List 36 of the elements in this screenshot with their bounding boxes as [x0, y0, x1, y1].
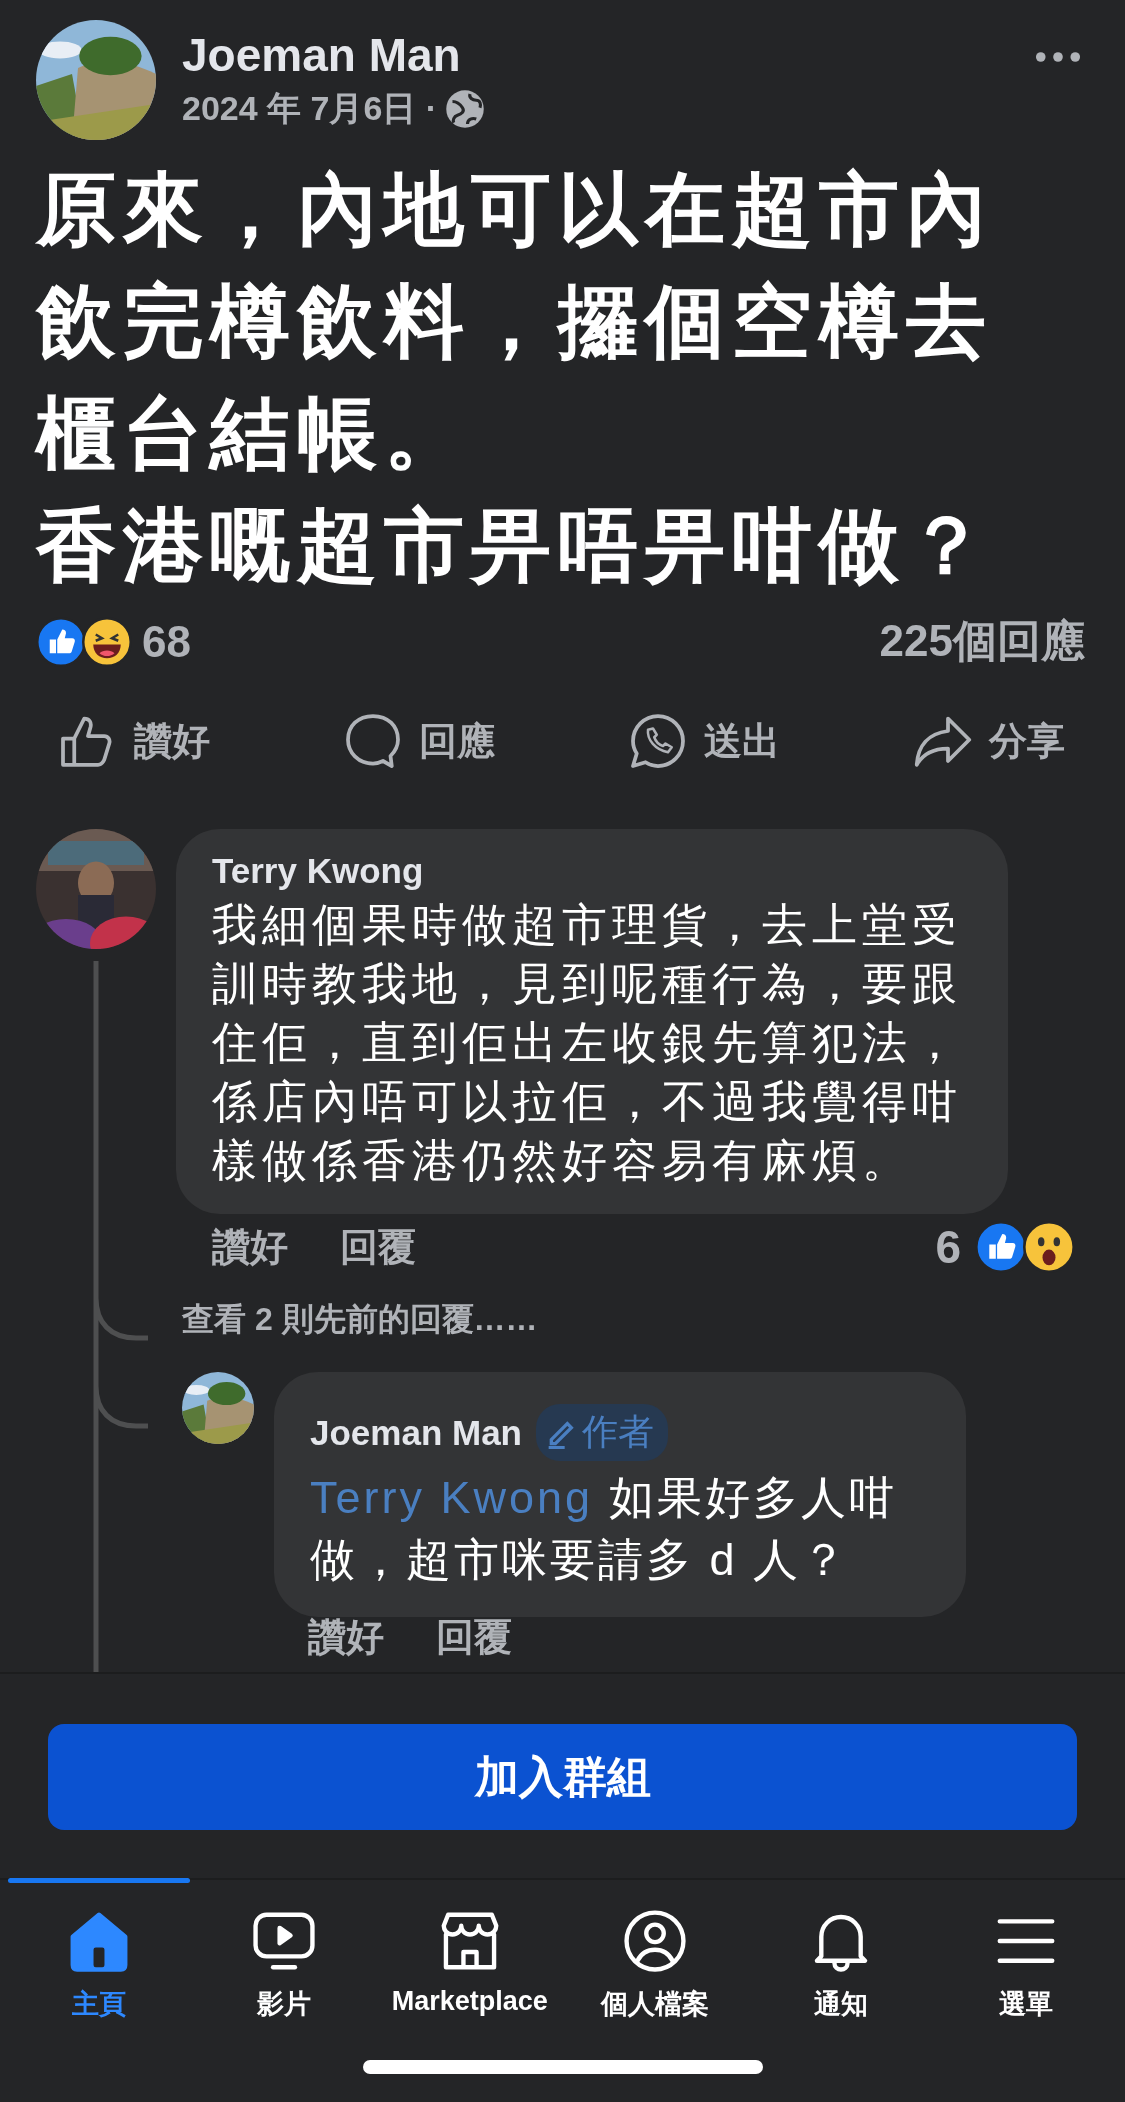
nav-tab[interactable]: 選單 — [933, 1880, 1119, 2022]
more-options-icon[interactable] — [1035, 50, 1081, 64]
view-previous-replies-link[interactable]: 查看 2 則先前的回覆…… — [182, 1301, 538, 1337]
chat-phone-icon — [628, 711, 688, 771]
comment-reaction-count: 6 — [935, 1220, 961, 1274]
nav-tab[interactable]: 影片 — [191, 1880, 377, 2022]
reply-link[interactable]: 回覆 — [436, 1617, 512, 1659]
like-button[interactable]: 讚好 — [58, 711, 210, 771]
comment-text: 我細個果時做超市理貨，去上堂受訓時教我地，見到呢種行為，要跟住佢，直到佢出左收銀先算犯法，係店內唔可以拉佢，不過我覺得咁樣做係香港仍然好容易有麻煩。 — [212, 898, 963, 1188]
globe-icon — [445, 89, 486, 129]
join-group-button[interactable]: 加入群組 — [48, 1724, 1077, 1830]
like-link[interactable]: 讚好 — [212, 1221, 288, 1273]
post-date: 2024 年 7月6日 · — [182, 88, 438, 129]
author-name[interactable]: Joeman Man — [182, 28, 1009, 82]
nav-tab[interactable]: 個人檔案 — [562, 1880, 748, 2022]
like-reaction-icon — [975, 1221, 1027, 1273]
post-text: 香港嘅超市畀唔畀咁做？ — [36, 500, 994, 592]
nav-tab[interactable]: 主頁 — [6, 1880, 192, 2022]
comment-count[interactable]: 225個回應 — [879, 612, 1085, 671]
comment-button[interactable]: 回應 — [343, 711, 495, 771]
replier-name[interactable]: Joeman Man — [310, 1412, 522, 1453]
reaction-count[interactable]: 68 — [142, 616, 191, 667]
reply-link[interactable]: 回覆 — [340, 1221, 416, 1273]
speech-bubble-icon — [343, 711, 403, 771]
share-button[interactable]: 分享 — [913, 711, 1065, 771]
like-link[interactable]: 讚好 — [308, 1617, 384, 1659]
nav-tab[interactable]: 通知 — [748, 1880, 934, 2022]
laughing-reaction-icon — [82, 616, 132, 667]
nav-tab[interactable]: Marketplace — [377, 1880, 563, 2022]
commenter-name[interactable]: Terry Kwong — [212, 851, 972, 891]
post-text: 原來，內地可以在超市內飲完樽飲料，攞個空樽去櫃台結帳。 — [36, 164, 994, 480]
reply-text: Terry Kwong 如果好多人咁做，超市咪要請多 d 人？ — [310, 1471, 898, 1587]
send-button[interactable]: 送出 — [628, 711, 780, 771]
like-reaction-icon — [36, 616, 86, 667]
badge-label: 作者 — [582, 1410, 654, 1454]
surprised-reaction-icon — [1023, 1221, 1075, 1273]
